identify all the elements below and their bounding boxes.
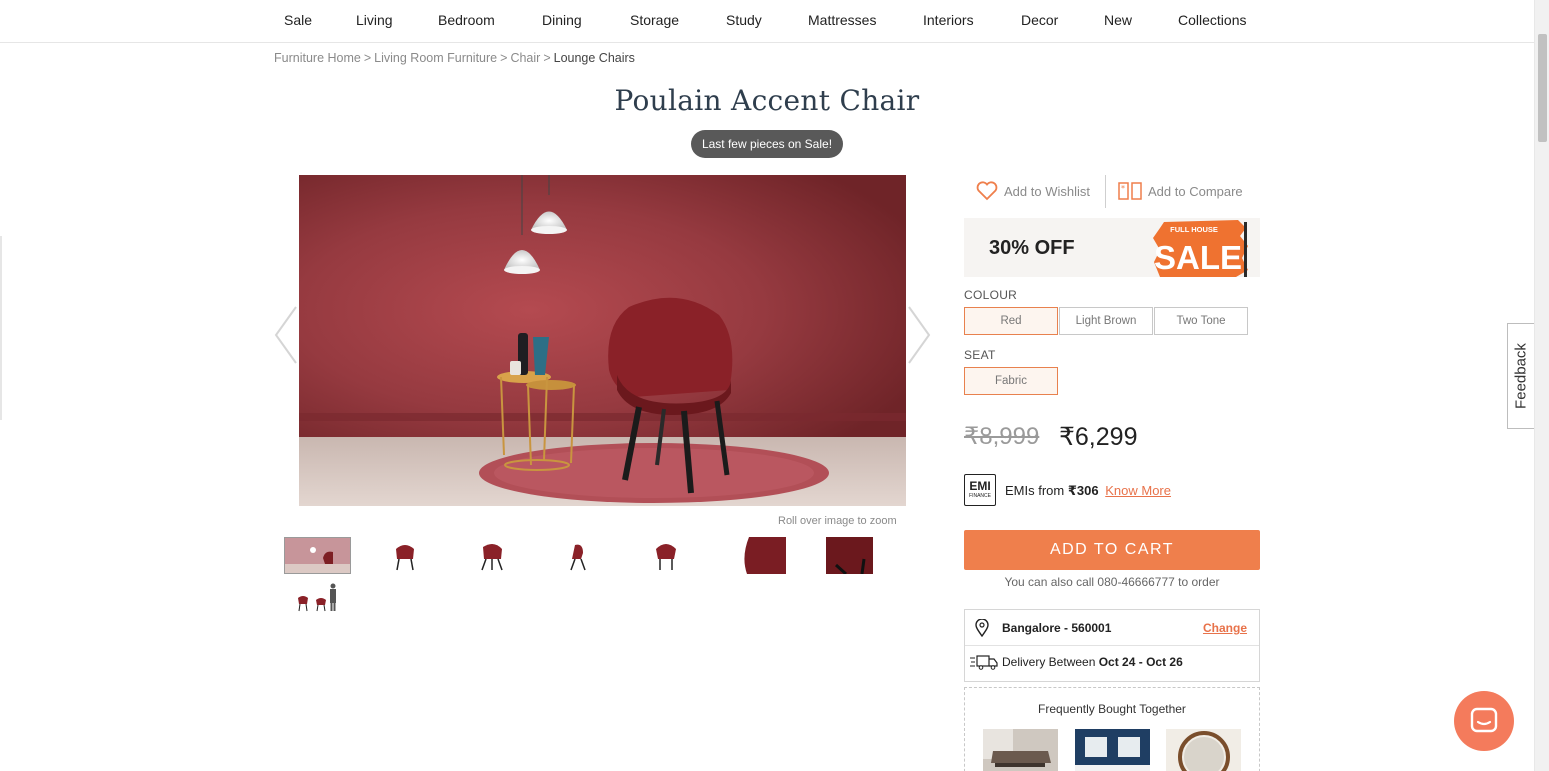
colour-option-red[interactable]: Red	[964, 307, 1058, 335]
emi-icon-text: EMI	[969, 479, 991, 493]
compare-icon: *	[1118, 182, 1142, 200]
nav-item-study[interactable]: Study	[726, 12, 762, 28]
nav-item-dining[interactable]: Dining	[542, 12, 582, 28]
seat-label: SEAT	[964, 348, 996, 362]
seat-option-fabric[interactable]: Fabric	[964, 367, 1058, 395]
product-main-image[interactable]	[299, 175, 906, 506]
feedback-tab[interactable]: Feedback	[1507, 323, 1534, 429]
breadcrumb-current: Lounge Chairs	[553, 51, 635, 65]
thumbnail-8[interactable]	[284, 580, 351, 617]
breadcrumb-furniture-home[interactable]: Furniture Home	[274, 51, 361, 65]
top-navigation: Sale Living Bedroom Dining Storage Study…	[0, 0, 1534, 43]
breadcrumb-chair[interactable]: Chair	[510, 51, 540, 65]
add-to-cart-button[interactable]: ADD TO CART	[964, 530, 1260, 570]
add-to-wishlist-button[interactable]: Add to Wishlist	[976, 181, 1090, 201]
chevron-left-icon	[274, 306, 297, 364]
original-price: ₹8,999	[964, 423, 1040, 450]
breadcrumb-separator: >	[500, 51, 508, 65]
frequently-bought-together: Frequently Bought Together	[964, 687, 1260, 771]
chevron-right-icon	[908, 306, 931, 364]
emi-icon: EMI FINANCE	[964, 474, 996, 506]
nav-item-bedroom[interactable]: Bedroom	[438, 12, 495, 28]
thumbnail-strip	[284, 537, 904, 617]
emi-info: EMIs from ₹306 Know More	[1005, 483, 1171, 499]
delivery-dates: Delivery Between Oct 24 - Oct 26	[1002, 655, 1183, 669]
sale-price: ₹6,299	[1059, 423, 1138, 451]
scrollbar-thumb[interactable]	[1538, 34, 1547, 142]
fbt-product-2[interactable]	[1075, 729, 1150, 771]
next-image-arrow[interactable]	[907, 305, 931, 365]
fbt-product-1[interactable]	[983, 729, 1058, 771]
colour-label: COLOUR	[964, 288, 1018, 302]
emi-amount: ₹306	[1067, 483, 1099, 498]
prev-image-arrow[interactable]	[274, 305, 298, 365]
fbt-title: Frequently Bought Together	[1038, 702, 1186, 716]
zoom-hint: Roll over image to zoom	[778, 515, 897, 527]
actions-divider	[1105, 175, 1106, 208]
sale-promo-banner[interactable]: 30% OFF FULL HOUSE SALE	[964, 218, 1260, 277]
change-location-link[interactable]: Change	[1203, 621, 1247, 635]
breadcrumb-living-room-furniture[interactable]: Living Room Furniture	[374, 51, 497, 65]
thumbnail-1[interactable]	[284, 537, 351, 574]
svg-text:*: *	[1121, 184, 1125, 193]
nav-item-living[interactable]: Living	[356, 12, 393, 28]
nav-item-sale[interactable]: Sale	[284, 12, 312, 28]
fbt-product-3[interactable]	[1166, 729, 1241, 771]
promo-discount: 30% OFF	[989, 237, 1075, 259]
sale-tag-badge: Last few pieces on Sale!	[691, 130, 843, 158]
delivery-info-box: Bangalore - 560001 Change Delivery Betwe…	[964, 609, 1260, 682]
colour-option-light-brown[interactable]: Light Brown	[1059, 307, 1153, 335]
call-to-order-text: You can also call 080-46666777 to order	[1004, 575, 1220, 589]
nav-item-decor[interactable]: Decor	[1021, 12, 1058, 28]
badge-line-2: SALE	[1154, 239, 1242, 276]
nav-item-mattresses[interactable]: Mattresses	[808, 12, 876, 28]
thumbnail-3[interactable]	[458, 537, 525, 574]
nav-item-new[interactable]: New	[1104, 12, 1132, 28]
delivery-prefix: Delivery Between	[1002, 655, 1096, 669]
thumbnail-2[interactable]	[371, 537, 438, 574]
chat-launcher-button[interactable]	[1454, 691, 1514, 751]
full-house-sale-badge: FULL HOUSE SALE	[1153, 220, 1248, 277]
product-actions: Add to Wishlist * Add to Compare	[976, 175, 1266, 208]
thumbnail-5[interactable]	[632, 537, 699, 574]
delivery-date-range: Oct 24 - Oct 26	[1098, 655, 1183, 669]
breadcrumb: Furniture Home > Living Room Furniture > Cha…	[274, 51, 635, 65]
thumbnail-7[interactable]	[806, 537, 873, 574]
nav-item-storage[interactable]: Storage	[630, 12, 679, 28]
breadcrumb-separator: >	[543, 51, 551, 65]
nav-item-interiors[interactable]: Interiors	[923, 12, 974, 28]
chat-icon	[1470, 707, 1498, 733]
product-title: Poulain Accent Chair	[614, 84, 920, 117]
heart-icon	[976, 181, 998, 201]
location-row: Bangalore - 560001 Change	[965, 610, 1259, 646]
delivery-location: Bangalore - 560001	[1002, 621, 1112, 635]
page-scrollbar[interactable]	[1534, 0, 1549, 771]
emi-icon-subtext: FINANCE	[969, 493, 991, 499]
wishlist-label: Add to Wishlist	[1004, 183, 1090, 199]
left-edge-divider	[0, 236, 2, 420]
breadcrumb-separator: >	[363, 51, 372, 65]
truck-icon	[970, 655, 998, 670]
nav-item-collections[interactable]: Collections	[1178, 12, 1246, 28]
map-pin-icon	[975, 619, 989, 637]
compare-label: Add to Compare	[1148, 183, 1243, 199]
colour-option-two-tone[interactable]: Two Tone	[1154, 307, 1248, 335]
add-to-compare-button[interactable]: * Add to Compare	[1118, 181, 1243, 201]
emi-know-more-link[interactable]: Know More	[1105, 483, 1171, 498]
thumbnail-4[interactable]	[545, 537, 612, 574]
feedback-label: Feedback	[1512, 343, 1530, 409]
emi-prefix: EMIs from	[1005, 483, 1065, 498]
badge-line-1: FULL HOUSE	[1170, 225, 1218, 234]
thumbnail-6[interactable]	[719, 537, 786, 574]
